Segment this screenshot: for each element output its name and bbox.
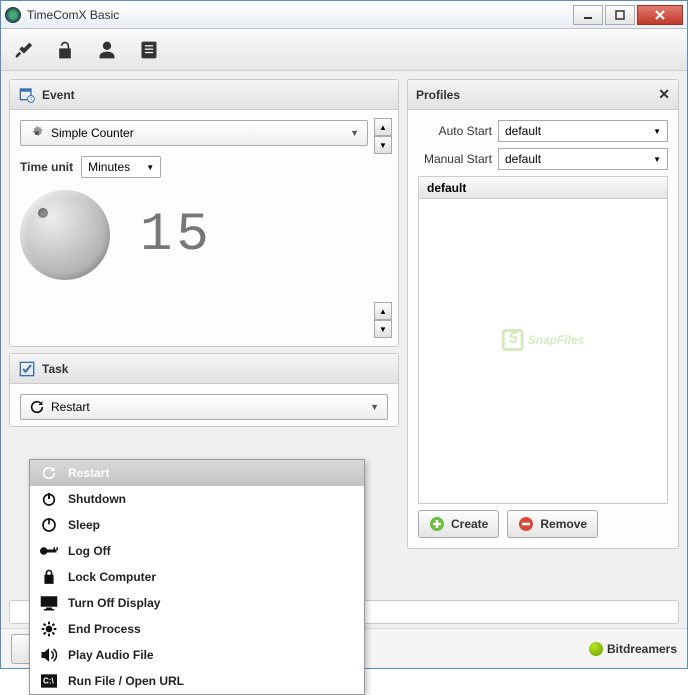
- time-dial[interactable]: [20, 190, 110, 280]
- event-type-label: Simple Counter: [51, 126, 134, 140]
- chevron-down-icon: ▼: [146, 163, 154, 172]
- chevron-down-icon: ▼: [370, 402, 379, 412]
- event-header: Event: [10, 80, 398, 110]
- event-title: Event: [42, 88, 75, 102]
- time-unit-value: Minutes: [88, 160, 130, 174]
- settings-icon[interactable]: [11, 38, 35, 62]
- calendar-icon: [18, 86, 36, 104]
- time-unit-combo[interactable]: Minutes ▼: [81, 156, 161, 178]
- event-panel: Event Simple Counter ▼ Time unit Minutes: [9, 79, 399, 347]
- chevron-down-icon: ▼: [653, 127, 661, 136]
- task-option-audio[interactable]: Play Audio File: [30, 642, 364, 668]
- left-column: Event Simple Counter ▼ Time unit Minutes: [9, 79, 399, 592]
- task-option-logoff[interactable]: Log Off: [30, 538, 364, 564]
- profile-list[interactable]: default SnapFiles: [418, 176, 668, 504]
- brand: Bitdreamers: [589, 642, 677, 656]
- manual-start-value: default: [505, 152, 541, 166]
- maximize-button[interactable]: [605, 5, 635, 25]
- event-type-combo[interactable]: Simple Counter ▼: [20, 120, 368, 146]
- time-unit-label: Time unit: [20, 160, 73, 174]
- task-option-sleep[interactable]: Sleep: [30, 512, 364, 538]
- app-icon: [5, 7, 21, 23]
- time-display: 15: [140, 205, 213, 266]
- task-option-lock[interactable]: Lock Computer: [30, 564, 364, 590]
- brand-dot-icon: [589, 642, 603, 656]
- user-icon[interactable]: [95, 38, 119, 62]
- task-selected-label: Restart: [51, 400, 90, 414]
- app-window: TimeComX Basic Event: [0, 0, 688, 669]
- brand-name: Bitdreamers: [607, 642, 677, 656]
- task-title: Task: [42, 362, 68, 376]
- chevron-down-icon: ▼: [653, 155, 661, 164]
- watermark: SnapFiles: [502, 329, 585, 351]
- content-area: Event Simple Counter ▼ Time unit Minutes: [1, 71, 687, 600]
- remove-button[interactable]: Remove: [507, 510, 598, 538]
- task-option-display[interactable]: Turn Off Display: [30, 590, 364, 616]
- logoff-icon: [40, 542, 58, 560]
- create-label: Create: [451, 517, 488, 531]
- manual-start-combo[interactable]: default ▼: [498, 148, 668, 170]
- process-icon: [40, 620, 58, 638]
- task-panel: Task Restart ▼: [9, 353, 399, 427]
- close-button[interactable]: [637, 5, 683, 25]
- sleep-icon: [40, 516, 58, 534]
- spinner-up-bottom[interactable]: ▲: [374, 302, 392, 320]
- event-spinner: ▲ ▼ ▲ ▼: [374, 118, 392, 338]
- close-icon[interactable]: ✕: [658, 86, 670, 103]
- log-icon[interactable]: [137, 38, 161, 62]
- profiles-panel: Profiles ✕ Auto Start default ▼ Manual St…: [407, 79, 679, 549]
- check-icon: [18, 360, 36, 378]
- window-buttons: [571, 5, 683, 25]
- spinner-up-top[interactable]: ▲: [374, 118, 392, 136]
- auto-start-value: default: [505, 124, 541, 138]
- task-combo[interactable]: Restart ▼: [20, 394, 388, 420]
- remove-label: Remove: [540, 517, 587, 531]
- auto-start-combo[interactable]: default ▼: [498, 120, 668, 142]
- audio-icon: [40, 646, 58, 664]
- run-icon: C:\: [40, 672, 58, 690]
- plus-icon: [429, 516, 445, 532]
- task-option-restart[interactable]: Restart: [30, 460, 364, 486]
- create-button[interactable]: Create: [418, 510, 499, 538]
- window-title: TimeComX Basic: [27, 8, 571, 22]
- minimize-button[interactable]: [573, 5, 603, 25]
- task-dropdown: Restart Shutdown Sleep Log Off Lock Comp…: [29, 459, 365, 695]
- task-option-process[interactable]: End Process: [30, 616, 364, 642]
- gear-icon: [29, 125, 45, 141]
- spinner-down-top[interactable]: ▼: [374, 136, 392, 154]
- restart-icon: [40, 464, 58, 482]
- spinner-down-bottom[interactable]: ▼: [374, 320, 392, 338]
- profiles-header: Profiles ✕: [408, 80, 678, 110]
- titlebar: TimeComX Basic: [1, 1, 687, 29]
- profile-list-header: default: [419, 177, 667, 199]
- svg-text:C:\: C:\: [43, 677, 54, 686]
- restart-icon: [29, 399, 45, 415]
- profiles-title: Profiles: [416, 88, 460, 102]
- display-icon: [40, 594, 58, 612]
- shutdown-icon: [40, 490, 58, 508]
- lock-icon: [40, 568, 58, 586]
- manual-start-label: Manual Start: [418, 152, 492, 166]
- task-header: Task: [10, 354, 398, 384]
- chevron-down-icon: ▼: [350, 128, 359, 138]
- right-column: Profiles ✕ Auto Start default ▼ Manual St…: [407, 79, 679, 592]
- auto-start-label: Auto Start: [418, 124, 492, 138]
- main-toolbar: [1, 29, 687, 71]
- task-option-run[interactable]: C:\Run File / Open URL: [30, 668, 364, 694]
- task-option-shutdown[interactable]: Shutdown: [30, 486, 364, 512]
- unlock-icon[interactable]: [53, 38, 77, 62]
- minus-icon: [518, 516, 534, 532]
